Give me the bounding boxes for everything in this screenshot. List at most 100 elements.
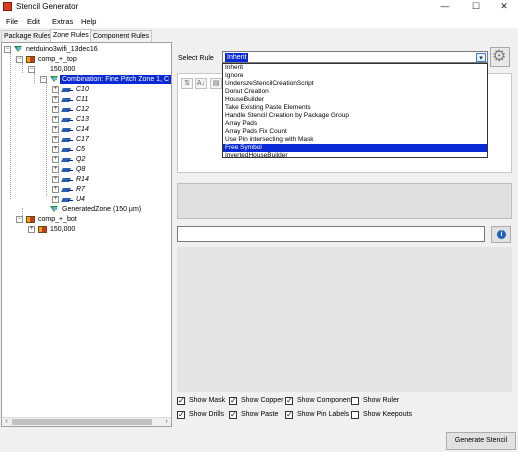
checkbox-label: Show Copper [241,397,284,404]
tab-package-rules[interactable]: Package Rules [1,30,55,42]
tree-label: C10 [76,86,89,93]
expand-icon[interactable]: + [52,196,59,203]
settings-button[interactable]: ⚙ [490,47,510,67]
tree-guide [46,83,47,196]
part-icon [62,177,73,183]
expand-icon[interactable]: + [52,96,59,103]
info-button[interactable]: i [491,226,511,243]
menu-extras[interactable]: Extras [52,17,73,26]
expand-icon[interactable]: + [52,176,59,183]
tree-label: Q2 [76,156,86,163]
tree-label: R14 [76,176,89,183]
rule-option[interactable]: Use Pin intersecting with Mask [223,136,487,144]
menu-help[interactable]: Help [81,17,96,26]
rule-tabs: Package Rules Zone Rules Component Rules [0,29,170,42]
maximize-button[interactable]: ☐ [461,0,491,14]
rule-option[interactable]: Array Pads Fix Count [223,128,487,136]
generate-stencil-pads-button[interactable]: Generate Stencil Pads [446,432,516,450]
collapse-icon[interactable]: − [16,56,23,63]
checkbox-box[interactable] [285,396,293,405]
gear-icon: ⚙ [492,48,507,65]
tab-component-rules[interactable]: Component Rules [90,30,153,42]
part-icon [62,137,73,143]
tree-label: netduino3wifi_13dec16 [26,46,98,53]
select-rule-dropdown[interactable]: Inherit ▾ [222,51,488,63]
tree-label: U4 [76,196,85,203]
menu-file[interactable]: File [6,17,18,26]
tree-label: C12 [76,106,89,113]
scroll-thumb[interactable] [12,419,152,425]
rule-option[interactable]: Take Existing Paste Elements [223,104,487,112]
close-button[interactable]: ✕ [489,0,518,14]
expand-icon[interactable]: + [28,226,35,233]
rule-option[interactable]: Handle Stencil Creation by Package Group [223,112,487,120]
checkbox-label: Show Mask [189,397,226,404]
expand-icon[interactable]: + [52,146,59,153]
info-icon: i [497,230,506,239]
expand-icon[interactable]: + [52,166,59,173]
rule-option[interactable]: InvertedHouseBuilder [223,152,487,160]
property-pages-icon[interactable]: ▤ [210,78,222,89]
collapse-icon[interactable]: − [4,46,11,53]
preview-panel[interactable] [177,247,512,392]
rule-description-panel [177,183,512,219]
tab-zone-rules[interactable]: Zone Rules [50,29,92,42]
checkbox-label: Show Ruler [363,397,400,404]
chevron-down-icon[interactable]: ▾ [476,53,486,62]
part-icon [62,127,73,133]
rule-option[interactable]: Inherit [223,64,487,72]
parameter-input[interactable] [177,226,485,242]
expand-icon[interactable]: + [52,136,59,143]
tree-label: 150,000 [50,226,76,233]
expand-icon[interactable]: + [52,156,59,163]
scroll-right-icon[interactable]: › [162,418,171,426]
checkbox-box[interactable] [177,396,185,405]
scroll-left-icon[interactable]: ‹ [2,418,11,426]
checkbox-label: Show Paste [241,411,279,418]
part-icon [62,167,73,173]
tree-label: C11 [76,96,89,103]
collapse-icon[interactable]: − [40,76,47,83]
rule-option[interactable]: Array Pads [223,120,487,128]
sort-alphabetical-icon[interactable]: A↓ [195,78,207,89]
part-icon [62,117,73,123]
tree-label: C17 [76,136,89,143]
zone-icon [50,76,59,83]
expand-icon[interactable]: + [52,186,59,193]
checkbox-box[interactable] [229,396,237,405]
checkbox-label: Show Pin Labels [297,411,350,418]
checkbox-box[interactable] [229,410,237,419]
select-rule-label: Select Rule [178,55,214,62]
expand-icon[interactable]: + [52,126,59,133]
zone-tree[interactable]: − netduino3wifi_13dec16 − comp_+_top − 1… [1,42,172,427]
component-layer-icon [26,56,35,63]
expand-icon[interactable]: + [52,86,59,93]
collapse-icon[interactable]: − [16,216,23,223]
tree-label: comp_+_bot [38,216,77,223]
part-icon [62,147,73,153]
categorized-view-icon[interactable]: ⇅ [181,78,193,89]
status-bar [0,432,446,452]
collapse-icon[interactable]: − [28,66,35,73]
menu-edit[interactable]: Edit [27,17,40,26]
checkbox-label: Show Keepouts [363,411,413,418]
expand-icon[interactable]: + [52,116,59,123]
expand-icon[interactable]: + [52,106,59,113]
part-icon [62,107,73,113]
rule-options-list[interactable]: Inherit Ignore UnderszeStencilCreationSc… [222,63,488,160]
rule-option[interactable]: Ignore [223,72,487,80]
part-icon [62,197,73,203]
tree-horizontal-scrollbar[interactable]: ‹ › [2,417,171,426]
tree-label: C13 [76,116,89,123]
checkbox-box[interactable] [177,410,185,419]
checkbox-box[interactable] [285,410,293,419]
checkbox-box[interactable] [351,397,359,405]
rule-option[interactable]: UnderszeStencilCreationScript [223,80,487,88]
rule-option[interactable]: HouseBuilder [223,96,487,104]
rule-option[interactable]: Donut Creation [223,88,487,96]
minimize-button[interactable]: — [430,0,460,14]
tree-label: 150,000 [50,66,76,73]
zone-icon [14,46,23,53]
rule-option-highlighted[interactable]: Free Symbol [223,144,487,152]
checkbox-box[interactable] [351,411,359,419]
